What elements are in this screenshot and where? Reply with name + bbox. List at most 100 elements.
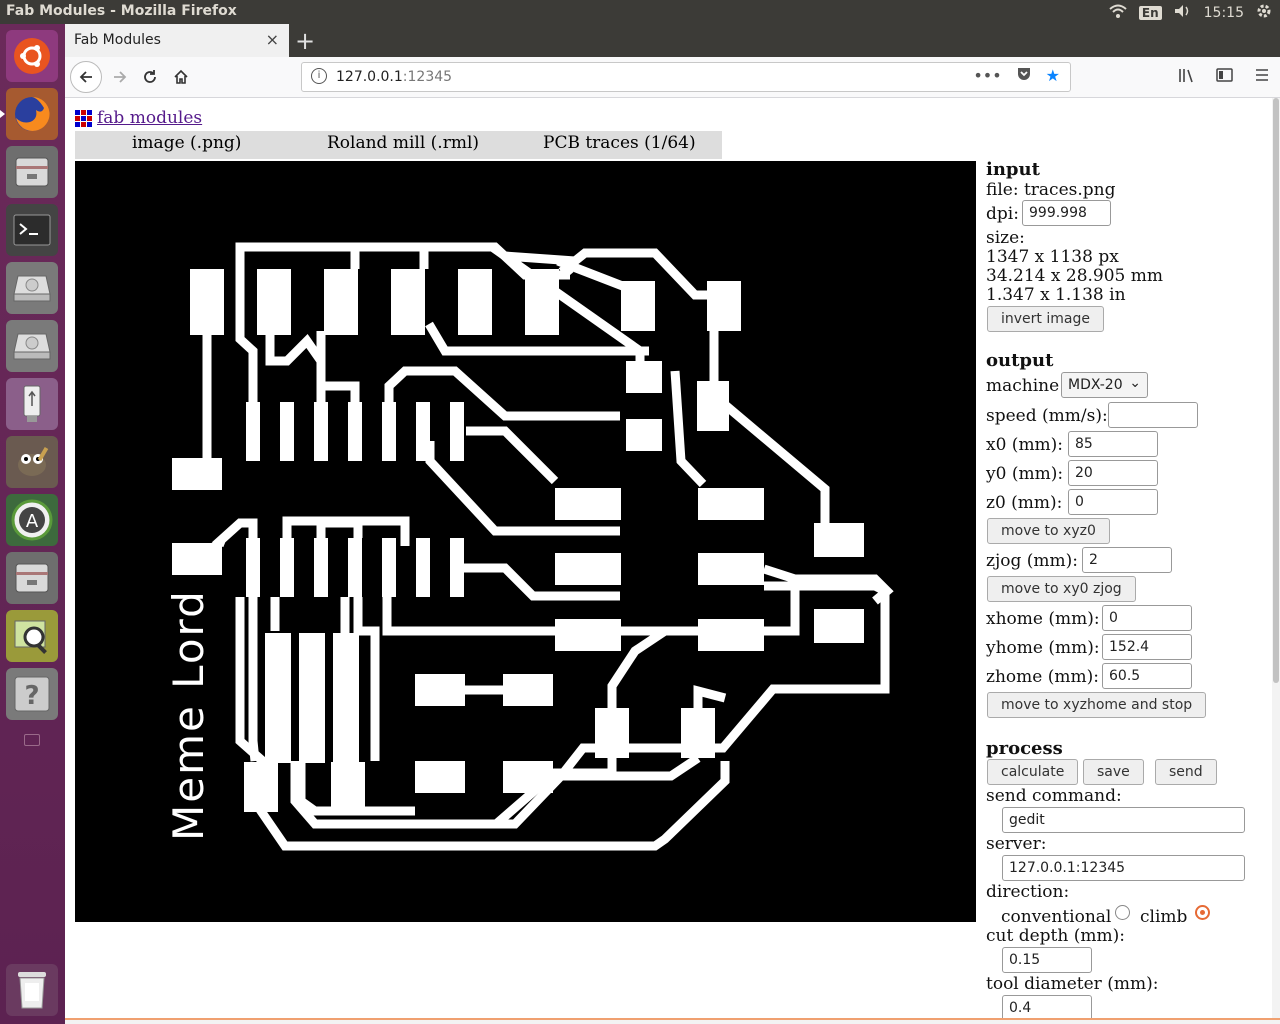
tab-close-icon[interactable]: ×: [266, 30, 279, 49]
web-page: fab modules image (.png) Roland mill (.r…: [65, 98, 1272, 1018]
image-viewer-icon[interactable]: [6, 610, 58, 662]
usb-icon[interactable]: [6, 378, 58, 430]
software-updater-icon[interactable]: A: [6, 494, 58, 546]
save-button[interactable]: save: [1083, 759, 1144, 785]
input-file: file: traces.png: [986, 180, 1116, 200]
speed-input[interactable]: [1108, 402, 1198, 428]
ubuntu-icon[interactable]: [6, 30, 58, 82]
climb-label: climb: [1140, 907, 1188, 927]
library-icon[interactable]: [1178, 67, 1196, 87]
page-scrollbar[interactable]: [1272, 98, 1280, 1018]
fab-modules-link[interactable]: fab modules: [97, 108, 202, 128]
pocket-icon[interactable]: [1016, 66, 1032, 86]
size-label: size:: [986, 228, 1025, 248]
forward-button[interactable]: [105, 62, 135, 92]
menu-image-png[interactable]: image (.png): [132, 133, 241, 153]
menu-roland-mill-rml[interactable]: Roland mill (.rml): [327, 133, 479, 153]
server-label: server:: [986, 834, 1047, 854]
trash-icon[interactable]: [6, 964, 58, 1016]
process-heading: process: [986, 738, 1063, 759]
module-menu-bar: image (.png) Roland mill (.rml) PCB trac…: [75, 131, 722, 159]
server-input[interactable]: 127.0.0.1:12345: [1002, 855, 1245, 881]
dpi-label: dpi:: [986, 204, 1019, 224]
forward-arrow-icon: [114, 71, 127, 83]
tool-diameter-input[interactable]: 0.4: [1002, 995, 1092, 1018]
climb-radio[interactable]: [1195, 905, 1210, 920]
output-heading: output: [986, 350, 1054, 371]
system-top-bar: Fab Modules - Mozilla Firefox En 15:15: [0, 0, 1280, 24]
page-actions-icon[interactable]: •••: [973, 66, 1001, 86]
svg-text:A: A: [26, 511, 39, 532]
invert-image-button[interactable]: invert image: [987, 306, 1104, 332]
clock[interactable]: 15:15: [1204, 5, 1244, 21]
size-mm: 34.214 x 28.905 mm: [986, 266, 1164, 286]
gimp-icon[interactable]: [6, 436, 58, 488]
site-info-icon[interactable]: i: [311, 68, 327, 84]
speed-label: speed (mm/s):: [986, 406, 1108, 426]
z0-label: z0 (mm):: [986, 493, 1063, 513]
volume-icon[interactable]: [1174, 4, 1192, 22]
fab-modules-logo[interactable]: fab modules: [75, 108, 202, 128]
fab-grid-icon: [75, 109, 92, 127]
y0-input[interactable]: 20: [1068, 460, 1158, 486]
yhome-input[interactable]: 152.4: [1102, 634, 1192, 660]
firefox-icon[interactable]: [0, 88, 58, 140]
cut-depth-label: cut depth (mm):: [986, 926, 1125, 946]
zjog-input[interactable]: 2: [1082, 547, 1172, 573]
send-button[interactable]: send: [1155, 759, 1217, 785]
home-button[interactable]: [166, 62, 196, 92]
unity-launcher: A ?: [0, 24, 65, 1024]
xhome-input[interactable]: 0: [1102, 605, 1192, 631]
move-to-xyzhome-button[interactable]: move to xyzhome and stop: [987, 692, 1207, 718]
cut-depth-input[interactable]: 0.15: [1002, 947, 1092, 973]
wifi-icon[interactable]: [1109, 4, 1127, 22]
machine-label: machine: [986, 376, 1060, 396]
disk-icon[interactable]: [6, 262, 58, 314]
settings-gear-icon[interactable]: [1256, 3, 1272, 23]
conventional-radio[interactable]: [1115, 905, 1130, 920]
workspace-switcher-icon[interactable]: [24, 734, 40, 746]
disk-icon[interactable]: [6, 320, 58, 372]
files-icon[interactable]: [6, 146, 58, 198]
url-bar[interactable]: i 127.0.0.1:12345 ••• ★: [301, 62, 1071, 92]
back-arrow-icon: [79, 71, 92, 83]
help-icon[interactable]: ?: [6, 668, 58, 720]
sidebar-icon[interactable]: [1216, 67, 1234, 87]
pcb-traces-image: Meme Lord: [75, 161, 976, 922]
size-in: 1.347 x 1.138 in: [986, 285, 1126, 305]
window-bottom-edge: [65, 1018, 1280, 1024]
machine-select-value: MDX-20: [1068, 377, 1123, 393]
keyboard-layout-indicator[interactable]: En: [1138, 6, 1162, 20]
send-command-input[interactable]: gedit: [1002, 807, 1245, 833]
x0-input[interactable]: 85: [1068, 431, 1158, 457]
dpi-input[interactable]: 999.998: [1022, 200, 1111, 226]
reload-button[interactable]: [135, 62, 165, 92]
yhome-label: yhome (mm):: [986, 638, 1100, 658]
machine-select[interactable]: MDX-20 ⌄: [1061, 372, 1148, 398]
window-title: Fab Modules - Mozilla Firefox: [6, 3, 237, 19]
zhome-label: zhome (mm):: [986, 667, 1099, 687]
direction-label: direction:: [986, 882, 1070, 902]
back-button[interactable]: [70, 61, 102, 93]
menu-pcb-traces[interactable]: PCB traces (1/64): [543, 133, 696, 153]
z0-input[interactable]: 0: [1068, 489, 1158, 515]
url-text[interactable]: 127.0.0.1:12345: [336, 69, 452, 85]
tab-title: Fab Modules: [74, 32, 161, 48]
bookmark-star-icon[interactable]: ★: [1046, 66, 1060, 86]
zhome-input[interactable]: 60.5: [1102, 663, 1192, 689]
pcb-silkscreen-text: Meme Lord: [164, 589, 213, 841]
terminal-icon[interactable]: [6, 204, 58, 256]
tab-strip: Fab Modules × +: [65, 24, 1280, 57]
svg-text:?: ?: [24, 681, 39, 711]
new-tab-button[interactable]: +: [295, 27, 315, 55]
scrollbar-thumb[interactable]: [1273, 98, 1279, 683]
move-to-xy0-zjog-button[interactable]: move to xy0 zjog: [987, 576, 1136, 602]
move-to-xyz0-button[interactable]: move to xyz0: [987, 518, 1110, 544]
calculate-button[interactable]: calculate: [987, 759, 1079, 785]
tool-diameter-label: tool diameter (mm):: [986, 974, 1159, 994]
hamburger-menu-icon[interactable]: [1254, 67, 1270, 87]
send-command-label: send command:: [986, 786, 1122, 806]
tab-fab-modules[interactable]: Fab Modules ×: [65, 24, 289, 57]
chevron-down-icon: ⌄: [1129, 375, 1141, 391]
files-icon[interactable]: [6, 552, 58, 604]
